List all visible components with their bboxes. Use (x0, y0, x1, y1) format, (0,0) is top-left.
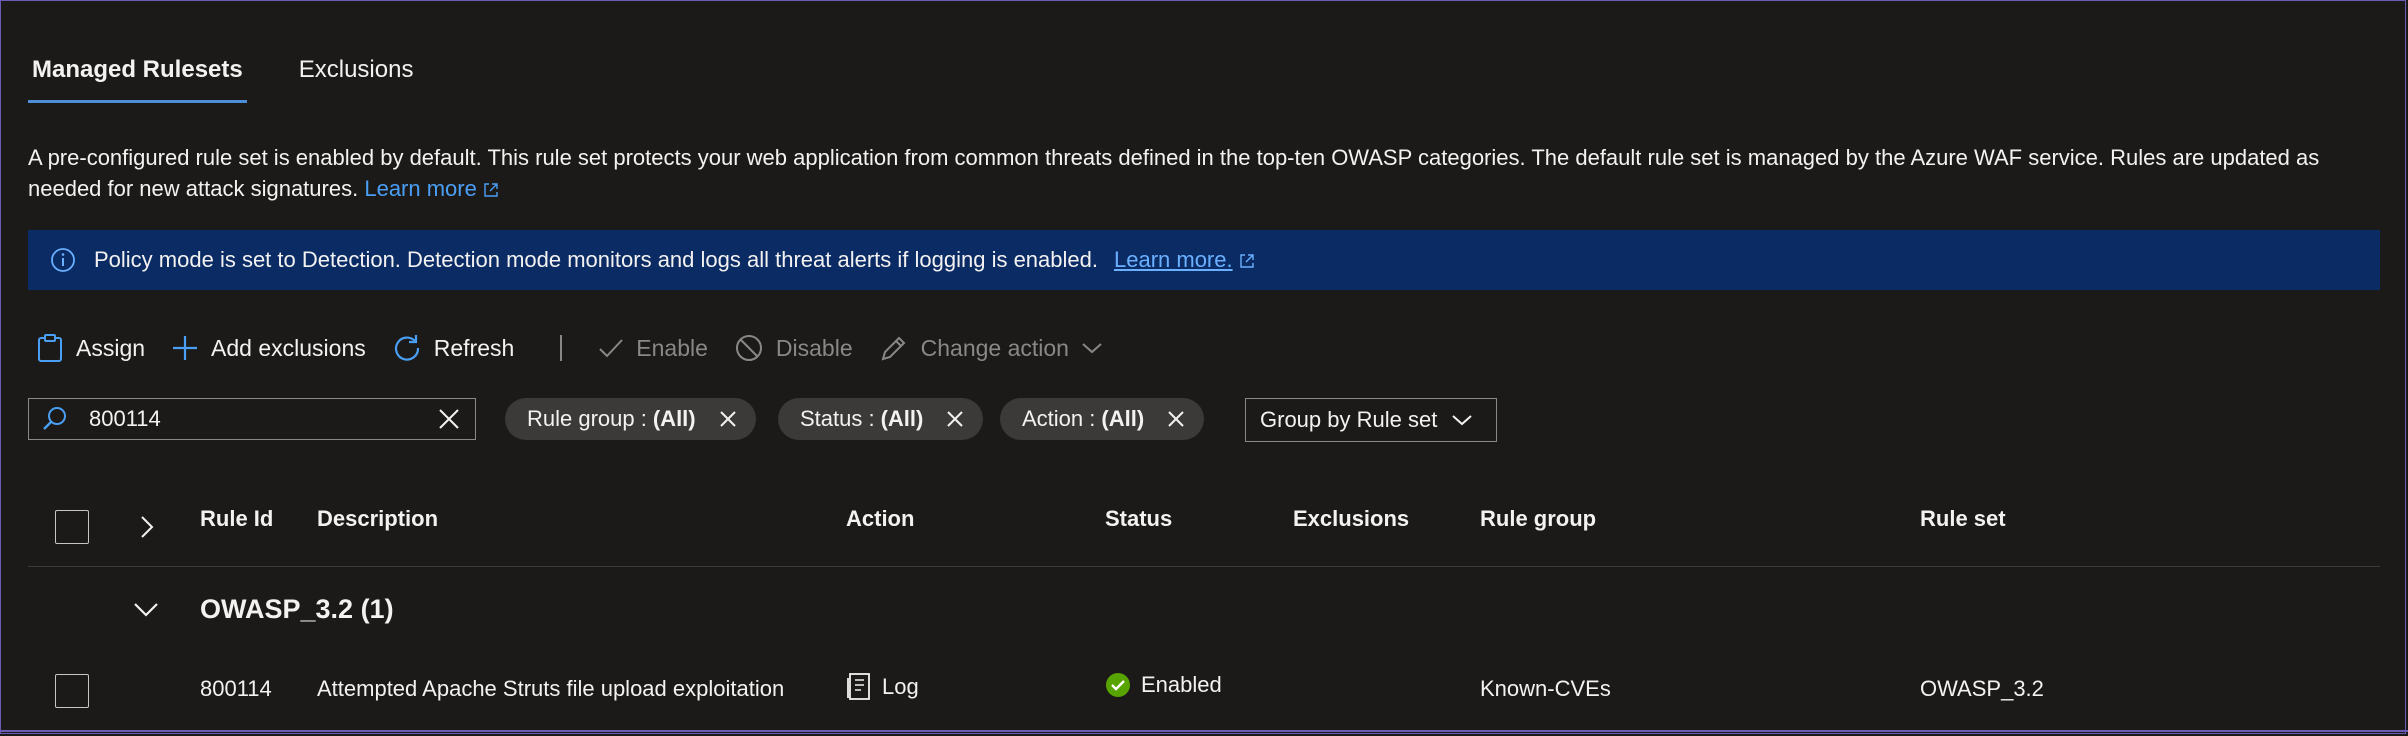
cell-rule-id: 800114 (200, 676, 272, 701)
close-icon (719, 411, 736, 427)
change-action-button[interactable]: Change action (879, 333, 1103, 363)
clipboard-icon (38, 334, 62, 362)
cell-description: Attempted Apache Struts file upload expl… (317, 676, 785, 701)
learn-more-link-label: Learn more (364, 176, 477, 201)
cell-action: Log (846, 672, 919, 702)
tab-managed-rulesets[interactable]: Managed Rulesets (28, 56, 247, 103)
column-header-rule-group[interactable]: Rule group (1480, 506, 1596, 532)
close-icon (1168, 411, 1184, 427)
filter-rule-group-value: (All) (652, 406, 696, 431)
group-header-owasp: OWASP_3.2 (1) (200, 594, 394, 624)
select-all-checkbox[interactable] (55, 510, 89, 544)
refresh-label: Refresh (433, 334, 515, 361)
bottom-border (0, 730, 2408, 732)
filter-action[interactable]: Action : (All) (1000, 398, 1205, 440)
header-divider (28, 566, 2380, 567)
chevron-down-icon[interactable] (132, 600, 160, 620)
chevron-down-icon (1082, 343, 1102, 354)
chevron-down-icon (1452, 415, 1472, 426)
column-header-exclusions[interactable]: Exclusions (1293, 506, 1409, 532)
filter-status-value: (All) (880, 406, 924, 431)
remove-filter-button[interactable] (945, 409, 965, 429)
filter-action-label: Action : (1022, 406, 1096, 431)
info-icon (51, 248, 75, 272)
block-icon (735, 335, 762, 361)
tab-bar: Managed Rulesets Exclusions (28, 56, 417, 103)
filter-action-value: (All) (1101, 406, 1145, 431)
column-header-action[interactable]: Action (846, 506, 914, 532)
banner-learn-more-link[interactable]: Learn more. (1114, 247, 1255, 273)
refresh-button[interactable]: Refresh (392, 333, 515, 363)
external-link-icon (484, 183, 498, 197)
detection-mode-banner: Policy mode is set to Detection. Detecti… (28, 230, 2380, 290)
remove-filter-button[interactable] (718, 409, 738, 429)
column-header-rule-id[interactable]: Rule Id (200, 506, 273, 532)
plus-icon (173, 336, 198, 360)
learn-more-link[interactable]: Learn more (364, 176, 499, 201)
close-icon[interactable] (437, 407, 461, 431)
change-action-label: Change action (920, 334, 1069, 361)
column-header-description[interactable]: Description (317, 506, 438, 532)
disable-label: Disable (775, 334, 853, 361)
pencil-icon (881, 336, 906, 361)
refresh-icon (394, 335, 419, 361)
search-box (28, 398, 476, 440)
banner-learn-more-label: Learn more. (1113, 247, 1233, 272)
toolbar-separator (560, 335, 563, 361)
filter-rule-group[interactable]: Rule group : (All) (505, 398, 756, 440)
chevron-right-icon[interactable] (138, 514, 156, 540)
add-exclusions-button[interactable]: Add exclusions (171, 334, 366, 362)
assign-label: Assign (76, 334, 146, 361)
cell-rule-set: OWASP_3.2 (1920, 676, 2044, 701)
remove-filter-button[interactable] (1166, 409, 1186, 429)
search-input[interactable] (87, 405, 431, 433)
ruleset-description: A pre-configured rule set is enabled by … (28, 142, 2368, 204)
tab-exclusions[interactable]: Exclusions (295, 56, 418, 103)
column-header-status[interactable]: Status (1105, 506, 1172, 532)
banner-message: Policy mode is set to Detection. Detecti… (94, 247, 1098, 272)
close-icon (947, 411, 964, 427)
column-header-rule-set[interactable]: Rule set (1920, 506, 2006, 532)
group-by-label: Group by Rule set (1260, 407, 1438, 432)
search-icon (43, 407, 66, 430)
log-icon (847, 673, 870, 700)
filter-status-label: Status : (800, 406, 875, 431)
enable-label: Enable (636, 334, 708, 361)
enable-button[interactable]: Enable (598, 335, 708, 362)
row-checkbox[interactable] (55, 674, 89, 708)
external-link-icon (1239, 254, 1254, 268)
cell-rule-group: Known-CVEs (1480, 676, 1611, 701)
filter-rule-group-label: Rule group : (527, 406, 647, 431)
cell-action-label: Log (882, 674, 919, 699)
disable-button[interactable]: Disable (734, 333, 853, 363)
checkmark-circle-icon (1106, 673, 1130, 697)
command-bar: Assign Add exclusions Refresh Enable Dis… (36, 328, 1129, 368)
checkmark-icon (599, 339, 624, 358)
cell-status-label: Enabled (1141, 672, 1222, 697)
add-exclusions-label: Add exclusions (211, 334, 366, 361)
filter-status[interactable]: Status : (All) (778, 398, 984, 440)
cell-status: Enabled (1105, 672, 1222, 698)
group-by-dropdown[interactable]: Group by Rule set (1245, 398, 1497, 442)
assign-button[interactable]: Assign (36, 333, 145, 363)
